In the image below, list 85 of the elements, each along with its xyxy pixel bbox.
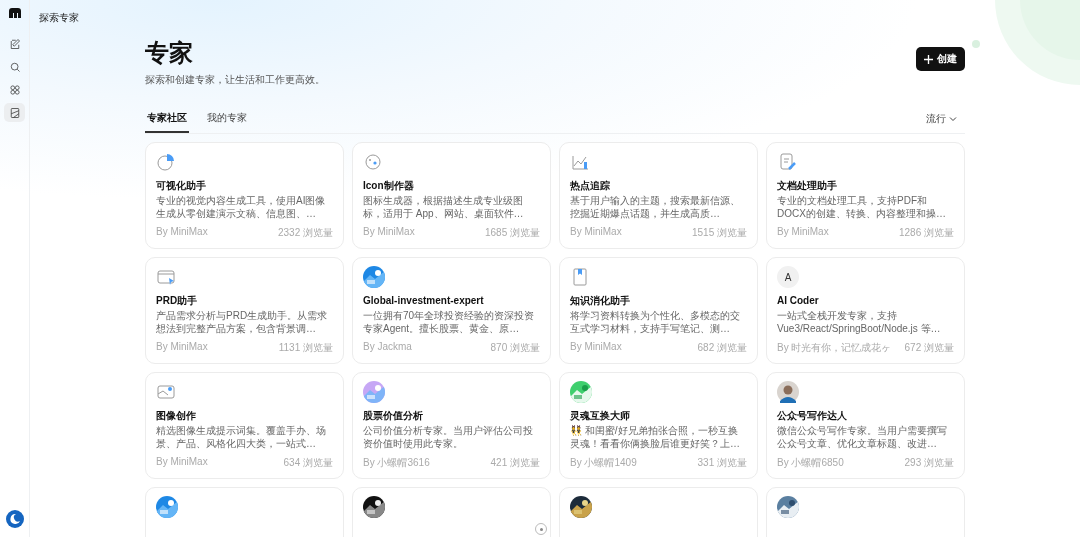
- logo-icon[interactable]: [8, 8, 21, 18]
- user-avatar[interactable]: [5, 510, 24, 528]
- card-views: 2332 浏览量: [277, 226, 333, 240]
- card-author: By MiniMax: [156, 456, 208, 469]
- image-icon: [156, 382, 176, 402]
- page-subtitle: 探索和创建专家，让生活和工作更高效。: [145, 73, 325, 87]
- card-title: 公众号写作达人: [777, 409, 848, 422]
- avatar-letter: A: [777, 266, 799, 288]
- card-description: 微信公众号写作专家。当用户需要撰写公众号文章、优化文章标题、改进…: [777, 424, 948, 450]
- card-author: By MiniMax: [570, 341, 622, 354]
- card-views: 1286 浏览量: [898, 226, 954, 240]
- pie-chart-icon: [156, 152, 176, 172]
- card-author: By MiniMax: [156, 226, 208, 239]
- book-icon: [570, 267, 590, 287]
- expert-icon: [8, 106, 21, 119]
- card-description: 一站式全栈开发专家，支持Vue3/React/SpringBoot/Node.js 等…: [777, 309, 942, 335]
- card-author: By 时光有你，记忆成花ヶ: [777, 341, 892, 355]
- card-author: By Jackma: [363, 341, 412, 354]
- document-edit-icon: [777, 152, 797, 172]
- expert-card[interactable]: 热点追踪 基于用户输入的主题，搜索最新信源、挖掘近期爆点话题，并生成高质… By MiniMax 1515 浏览量: [559, 142, 758, 249]
- card-title: Icon制作器: [363, 179, 415, 192]
- card-views: 331 浏览量: [697, 456, 747, 470]
- card-description: 👯 和闺蜜/好兄弟拍张合照，一秒互换灵魂！看看你俩换脸后谁更好笑？上…: [570, 424, 741, 450]
- card-description: 公司价值分析专家。当用户评估公司投资价值时使用此专家。: [363, 424, 534, 450]
- card-author: By MiniMax: [777, 226, 829, 239]
- expert-card[interactable]: 灵魂互换大师 👯 和闺蜜/好兄弟拍张合照，一秒互换灵魂！看看你俩换脸后谁更好笑？上… By 小螺帽1409 331 浏览量: [559, 372, 758, 479]
- card-author: By 小螺帽6850: [777, 456, 844, 470]
- card-description: 产品需求分析与PRD生成助手。从需求想法到完整产品方案，包含背景调…: [156, 309, 329, 335]
- sidebar-item[interactable]: [4, 103, 25, 122]
- chevron-down-icon: [949, 115, 957, 123]
- card-description: 一位拥有70年全球投资经验的资深投资专家Agent。擅长股票、黄金、原…: [363, 309, 536, 335]
- card-title: 灵魂互换大师: [570, 409, 631, 422]
- tab[interactable]: 我的专家: [205, 111, 249, 133]
- expert-card[interactable]: 文档处理助手 专业的文档处理工具，支持PDF和DOCX的创建、转换、内容整理和操… By MiniMax 1286 浏览量: [766, 142, 965, 249]
- edit-icon: [8, 37, 21, 50]
- card-description: 图标生成器，根据描述生成专业级图标，适用于 App、网站、桌面软件…: [363, 194, 525, 220]
- expert-card[interactable]: Icon制作器 图标生成器，根据描述生成专业级图标，适用于 App、网站、桌面软件… By MiniMax 1685 浏览量: [352, 142, 551, 249]
- card-author: By 小螺帽3616: [363, 456, 430, 470]
- card-author: By MiniMax: [570, 226, 622, 239]
- expert-card[interactable]: Global-investment-expert 一位拥有70年全球投资经验的资深投资专家Agent。擅长股票、黄金、原… By Jackma 870 浏览量: [352, 257, 551, 364]
- page-title: 专家: [145, 39, 194, 67]
- card-title: 热点追踪: [570, 179, 611, 192]
- card-views: 870 浏览量: [490, 341, 540, 355]
- card-title: PRD助手: [156, 294, 199, 307]
- expert-card[interactable]: 知识消化助手 将学习资料转换为个性化、多模态的交互式学习材料，支持手写笔记、测… By MiniMax 682 浏览量: [559, 257, 758, 364]
- card-title: Global-investment-expert: [363, 294, 485, 307]
- apps-icon: [8, 83, 21, 96]
- card-author: By MiniMax: [363, 226, 415, 239]
- dot-icon: [539, 527, 543, 531]
- expert-card[interactable]: PRD助手 产品需求分析与PRD生成助手。从需求想法到完整产品方案，包含背景调… By MiniMax 1131 浏览量: [145, 257, 344, 364]
- plus-icon: [924, 54, 933, 64]
- avatar-icon: [777, 381, 799, 403]
- tab[interactable]: 专家社区: [145, 111, 189, 133]
- card-views: 1131 浏览量: [278, 341, 333, 355]
- expert-card[interactable]: 股票价值分析 公司价值分析专家。当用户评估公司投资价值时使用此专家。 By 小螺帽3616 421 浏览量: [352, 372, 551, 479]
- card-description: 基于用户输入的主题，搜索最新信源、挖掘近期爆点话题，并生成高质…: [570, 194, 741, 220]
- card-title: AI Coder: [777, 294, 820, 307]
- card-title: 知识消化助手: [570, 294, 631, 307]
- expert-card[interactable]: 图像创作 精选图像生成提示词集。覆盖手办、场景、产品、风格化四大类，一站式… By MiniMax 634 浏览量: [145, 372, 344, 479]
- card-description: 将学习资料转换为个性化、多模态的交互式学习材料，支持手写笔记、测…: [570, 309, 741, 335]
- card-description: 专业的文档处理工具，支持PDF和DOCX的创建、转换、内容整理和操…: [777, 194, 947, 220]
- card-views: 1515 浏览量: [691, 226, 747, 240]
- card-views: 634 浏览量: [283, 456, 333, 470]
- expert-card[interactable]: A AI Coder 一站式全栈开发专家，支持Vue3/React/SpringBoot/Node.js 等… By 时光有你，记忆成花ヶ 672 浏览量: [766, 257, 965, 364]
- card-author: By MiniMax: [156, 341, 208, 354]
- card-title: 图像创作: [156, 409, 197, 422]
- card-author: By 小螺帽1409: [570, 456, 637, 470]
- card-title: 文档处理助手: [777, 179, 838, 192]
- expert-card[interactable]: 可视化助手 专业的视觉内容生成工具，使用AI图像生成从零创建演示文稿、信息图、… By MiniMax 2332 浏览量: [145, 142, 344, 249]
- card-description: 精选图像生成提示词集。覆盖手办、场景、产品、风格化四大类，一站式…: [156, 424, 327, 450]
- breadcrumb: 探索专家: [38, 11, 80, 25]
- card-views: 682 浏览量: [697, 341, 747, 355]
- palette-icon: [363, 152, 383, 172]
- search-icon: [8, 60, 21, 73]
- card-title: 股票价值分析: [363, 409, 424, 422]
- card-title: 可视化助手: [156, 179, 207, 192]
- card-views: 421 浏览量: [490, 456, 540, 470]
- expert-card[interactable]: 公众号写作达人 微信公众号写作专家。当用户需要撰写公众号文章、优化文章标题、改进… By 小螺帽6850 293 浏览量: [766, 372, 965, 479]
- browser-cursor-icon: [156, 267, 176, 287]
- card-views: 293 浏览量: [904, 456, 954, 470]
- card-views: 1685 浏览量: [484, 226, 540, 240]
- create-button[interactable]: 创建: [916, 47, 965, 71]
- card-description: 专业的视觉内容生成工具，使用AI图像生成从零创建演示文稿、信息图、…: [156, 194, 327, 220]
- sort-dropdown[interactable]: 流行: [918, 112, 965, 133]
- card-views: 672 浏览量: [904, 341, 954, 355]
